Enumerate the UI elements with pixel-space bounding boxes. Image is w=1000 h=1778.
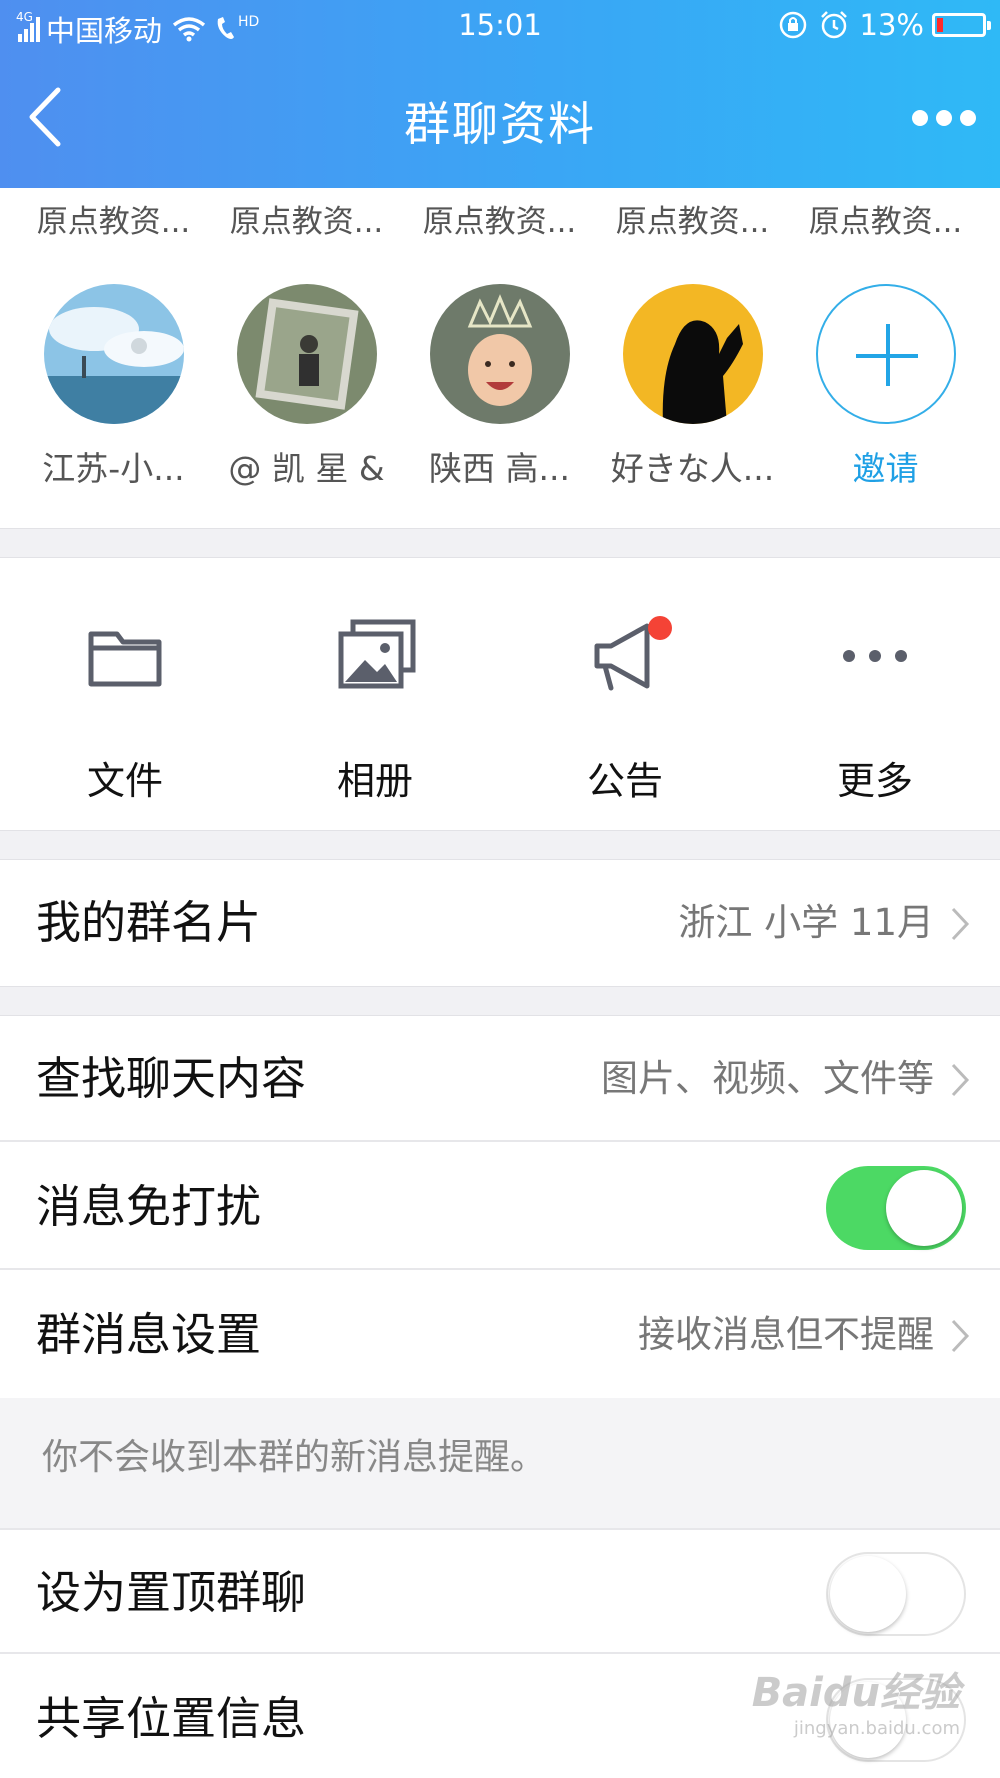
search-chat-row[interactable]: 查找聊天内容 图片、视频、文件等 — [0, 1016, 1000, 1142]
section-divider — [0, 830, 1000, 860]
my-group-card-row[interactable]: 我的群名片 浙江 小学 11月 — [0, 860, 1000, 986]
member-name[interactable]: 原点教资... — [596, 196, 789, 240]
member-item[interactable]: @ 凯 星 & — [210, 284, 403, 490]
group-message-settings-row[interactable]: 群消息设置 接收消息但不提醒 — [0, 1272, 1000, 1398]
status-right: 13% — [778, 8, 991, 42]
album-icon — [338, 619, 416, 689]
row-label: 设为置顶群聊 — [36, 1566, 307, 1619]
tool-label: 相册 — [336, 759, 413, 803]
plus-icon[interactable] — [815, 284, 956, 424]
section-divider — [0, 528, 1000, 558]
member-row-partial: 原点教资... 原点教资... 原点教资... 原点教资... 原点教资... — [0, 196, 1000, 240]
member-section: 原点教资... 原点教资... 原点教资... 原点教资... 原点教资... — [0, 188, 1000, 528]
page-title: 群聊资料 — [404, 97, 596, 151]
member-name[interactable]: 原点教资... — [17, 196, 210, 240]
row-value: 图片、视频、文件等 — [601, 1057, 934, 1100]
folder-icon — [88, 631, 162, 687]
avatar[interactable] — [236, 284, 377, 424]
row-value: 浙江 小学 11月 — [678, 901, 934, 944]
member-item[interactable]: 江苏-小... — [17, 284, 210, 490]
pin-toggle[interactable] — [826, 1552, 966, 1636]
row-label: 群消息设置 — [36, 1308, 262, 1361]
member-name: @ 凯 星 & — [228, 449, 385, 488]
chevron-right-icon — [951, 1063, 970, 1097]
tool-label: 更多 — [836, 759, 913, 803]
tool-album[interactable]: 相册 — [250, 558, 500, 830]
tool-label: 文件 — [86, 759, 163, 803]
row-label: 我的群名片 — [36, 896, 262, 949]
group-info-screen: 4G 中国移动 HD 15:01 13% 群聊资料 原点教资... 原点教资..… — [0, 0, 1000, 1778]
member-name: 江苏-小... — [42, 449, 185, 488]
member-name: 好きな人... — [610, 449, 775, 488]
avatar[interactable] — [43, 284, 184, 424]
avatar[interactable] — [429, 284, 570, 424]
invite-label: 邀请 — [852, 449, 919, 488]
row-label: 消息免打扰 — [36, 1180, 262, 1233]
more-dots-icon — [843, 650, 907, 662]
tool-notice[interactable]: 公告 — [500, 558, 750, 830]
tool-label: 公告 — [586, 759, 663, 803]
status-bar: 4G 中国移动 HD 15:01 13% — [0, 0, 1000, 52]
member-name: 陕西 高... — [429, 449, 570, 488]
member-name[interactable]: 原点教资... — [210, 196, 403, 240]
battery-icon — [932, 13, 991, 37]
avatar[interactable] — [622, 284, 763, 424]
row-separator — [0, 1652, 1000, 1654]
watermark-brand: Baidu经验 — [751, 1670, 960, 1716]
lock-rotation-icon — [779, 11, 806, 39]
row-separator — [0, 1268, 1000, 1270]
tool-files[interactable]: 文件 — [0, 558, 250, 830]
row-value: 接收消息但不提醒 — [638, 1313, 934, 1356]
chevron-right-icon — [951, 907, 970, 941]
row-label: 查找聊天内容 — [36, 1052, 307, 1105]
mute-toggle[interactable] — [826, 1166, 966, 1250]
group-tools: 文件 相册 公告 更多 — [0, 558, 1000, 830]
row-separator — [0, 1140, 1000, 1142]
chevron-right-icon — [951, 1319, 970, 1353]
mute-row: 消息免打扰 — [0, 1144, 1000, 1270]
watermark: Baidu经验 jingyan.baidu.com — [752, 1660, 960, 1739]
row-label: 共享位置信息 — [36, 1692, 307, 1745]
watermark-url: jingyan.baidu.com — [793, 1718, 960, 1739]
tool-more[interactable]: 更多 — [750, 558, 1000, 830]
member-name[interactable]: 原点教资... — [789, 196, 982, 240]
alarm-icon — [820, 11, 847, 39]
member-item[interactable]: 好きな人... — [596, 284, 789, 490]
invite-item[interactable]: 邀请 — [789, 284, 982, 490]
pin-chat-row: 设为置顶群聊 — [0, 1528, 1000, 1654]
member-avatars-row: 江苏-小... @ 凯 星 & 陕西 高... 好きな人... 邀请 — [0, 284, 1000, 490]
member-name[interactable]: 原点教资... — [403, 196, 596, 240]
mute-hint: 你不会收到本群的新消息提醒。 — [0, 1398, 1000, 1528]
section-divider — [0, 986, 1000, 1016]
member-item[interactable]: 陕西 高... — [403, 284, 596, 490]
notification-badge — [648, 616, 672, 640]
hint-text: 你不会收到本群的新消息提醒。 — [42, 1437, 547, 1478]
battery-percent: 13% — [859, 8, 924, 42]
nav-bar: 群聊资料 — [0, 52, 1000, 188]
top-bar: 4G 中国移动 HD 15:01 13% 群聊资料 — [0, 0, 1000, 188]
more-options-icon[interactable] — [904, 110, 976, 126]
